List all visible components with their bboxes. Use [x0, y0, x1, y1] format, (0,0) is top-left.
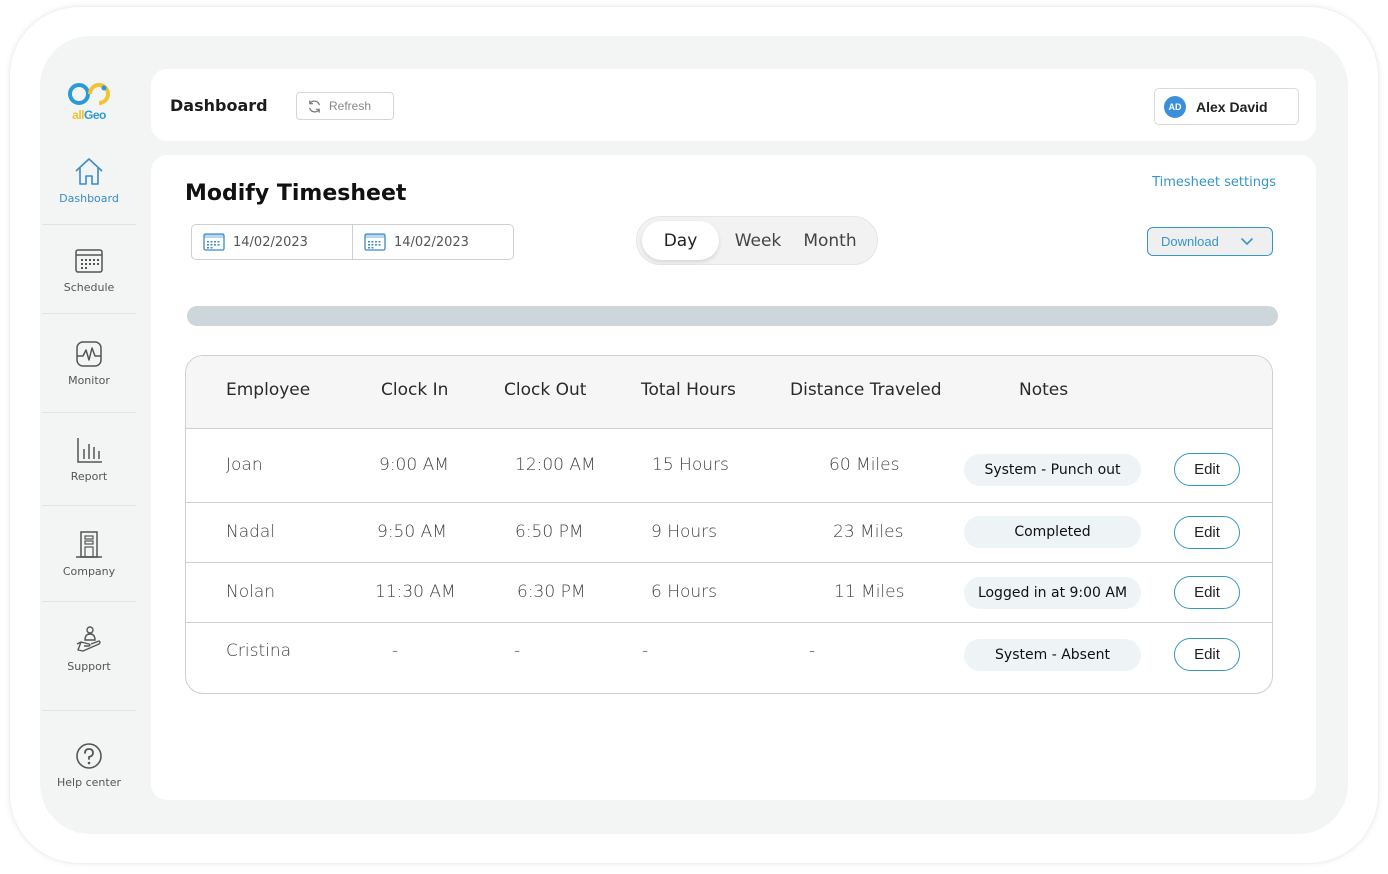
- cell-clock-in: 9:50 AM: [377, 522, 447, 542]
- edit-button[interactable]: Edit: [1174, 638, 1240, 671]
- sidebar-item-label: Report: [70, 470, 108, 483]
- cell-distance: 11 Miles: [834, 582, 905, 602]
- date-to-field[interactable]: 14/02/2023: [352, 225, 513, 259]
- column-header-distance[interactable]: Distance Traveled: [790, 380, 942, 400]
- date-to-value: 14/02/2023: [394, 234, 469, 250]
- sidebar-item-support[interactable]: Support: [42, 624, 136, 673]
- table-row: Nolan 11:30 AM 6:30 PM 6 Hours 11 Miles …: [186, 563, 1272, 623]
- calendar-icon: [75, 249, 103, 273]
- range-toggle: Day Week Month: [636, 216, 878, 265]
- table-row: Joan 9:00 AM 12:00 AM 15 Hours 60 Miles …: [186, 429, 1272, 503]
- cell-distance: 23 Miles: [833, 522, 904, 542]
- sidebar-item-label: Company: [62, 565, 116, 578]
- header-title: Dashboard: [170, 96, 268, 115]
- date-from-field[interactable]: 14/02/2023: [192, 225, 352, 259]
- sidebar-item-label: Monitor: [68, 374, 110, 387]
- timesheet-settings-link[interactable]: Timesheet settings: [1152, 175, 1276, 190]
- tab-day[interactable]: Day: [642, 221, 719, 260]
- refresh-label: Refresh: [329, 99, 372, 113]
- cell-employee: Cristina: [226, 641, 292, 661]
- allgeo-logo[interactable]: allGeo: [66, 82, 112, 124]
- avatar: AD: [1164, 95, 1186, 118]
- sidebar: allGeo Dashboard Schedule Monitor Report…: [40, 60, 138, 820]
- timesheet-table: Employee Clock In Clock Out Total Hours …: [185, 355, 1273, 694]
- sidebar-item-schedule[interactable]: Schedule: [42, 245, 136, 294]
- hand-person-icon: [76, 626, 101, 652]
- column-header-clock-out[interactable]: Clock Out: [504, 380, 586, 400]
- pulse-monitor-icon: [76, 341, 102, 367]
- cell-total-hours: 9 Hours: [651, 522, 718, 542]
- cell-employee: Nadal: [226, 522, 276, 542]
- logo-rings-icon: [68, 83, 110, 105]
- cell-distance: 60 Miles: [829, 455, 900, 475]
- building-icon: [76, 531, 102, 558]
- sidebar-item-label: Dashboard: [59, 192, 119, 205]
- cell-clock-in: 11:30 AM: [375, 582, 456, 602]
- column-header-notes[interactable]: Notes: [1019, 380, 1068, 400]
- cell-clock-out: -: [514, 641, 521, 661]
- cell-employee: Nolan: [226, 582, 276, 602]
- table-row: Cristina - - - - System - Absent Edit: [186, 623, 1272, 693]
- note-badge: System - Punch out: [964, 454, 1141, 486]
- sidebar-item-company[interactable]: Company: [42, 529, 136, 578]
- sidebar-item-dashboard[interactable]: Dashboard: [42, 156, 136, 205]
- cell-total-hours: -: [642, 641, 649, 661]
- column-header-employee[interactable]: Employee: [226, 380, 310, 400]
- cell-clock-in: -: [392, 641, 399, 661]
- note-badge: Logged in at 9:00 AM: [964, 577, 1141, 609]
- download-label: Download: [1161, 234, 1219, 249]
- top-header: Dashboard Refresh AD Alex David: [151, 69, 1316, 141]
- sidebar-item-report[interactable]: Report: [42, 434, 136, 483]
- sidebar-divider: [42, 710, 136, 711]
- column-header-total-hours[interactable]: Total Hours: [641, 380, 736, 400]
- sidebar-divider: [42, 601, 136, 602]
- refresh-button[interactable]: Refresh: [296, 92, 394, 120]
- date-range-picker: 14/02/2023 14/02/2023: [191, 224, 514, 260]
- sidebar-item-label: Support: [67, 660, 111, 673]
- sidebar-divider: [42, 224, 136, 225]
- tab-month[interactable]: Month: [797, 221, 863, 260]
- question-circle-icon: [76, 743, 102, 769]
- page-title: Modify Timesheet: [185, 181, 407, 206]
- bar-chart-icon: [77, 438, 102, 463]
- download-dropdown[interactable]: Download: [1147, 227, 1273, 256]
- edit-button[interactable]: Edit: [1174, 453, 1240, 486]
- note-badge: Completed: [964, 516, 1141, 548]
- cell-clock-in: 9:00 AM: [379, 455, 449, 475]
- edit-button[interactable]: Edit: [1174, 576, 1240, 609]
- column-header-clock-in[interactable]: Clock In: [381, 380, 448, 400]
- calendar-icon: [203, 233, 225, 251]
- sidebar-item-help-center[interactable]: Help center: [42, 740, 136, 789]
- cell-clock-out: 6:30 PM: [517, 582, 586, 602]
- cell-distance: -: [809, 641, 816, 661]
- calendar-icon: [364, 233, 386, 251]
- date-from-value: 14/02/2023: [233, 234, 308, 250]
- cell-total-hours: 6 Hours: [651, 582, 718, 602]
- note-badge: System - Absent: [964, 639, 1141, 671]
- cell-clock-out: 6:50 PM: [515, 522, 584, 542]
- timesheet-panel: Modify Timesheet Timesheet settings 14/0…: [151, 155, 1316, 800]
- sidebar-divider: [42, 505, 136, 506]
- sidebar-divider: [42, 313, 136, 314]
- sidebar-item-label: Schedule: [63, 281, 115, 294]
- sidebar-item-monitor[interactable]: Monitor: [42, 338, 136, 387]
- cell-total-hours: 15 Hours: [652, 455, 729, 475]
- edit-button[interactable]: Edit: [1174, 516, 1240, 549]
- tab-week[interactable]: Week: [719, 221, 797, 260]
- cell-employee: Joan: [226, 455, 263, 475]
- table-header: Employee Clock In Clock Out Total Hours …: [186, 356, 1272, 429]
- user-menu-button[interactable]: AD Alex David: [1154, 88, 1299, 125]
- refresh-icon: [309, 99, 320, 113]
- sidebar-item-label: Help center: [57, 776, 121, 789]
- home-icon: [75, 158, 103, 185]
- logo-text: allGeo: [72, 108, 106, 122]
- user-name: Alex David: [1196, 98, 1268, 115]
- chevron-down-icon: [1241, 237, 1253, 245]
- sidebar-divider: [42, 412, 136, 413]
- table-row: Nadal 9:50 AM 6:50 PM 9 Hours 23 Miles C…: [186, 503, 1272, 563]
- loading-bar: [187, 306, 1278, 326]
- cell-clock-out: 12:00 AM: [515, 455, 596, 475]
